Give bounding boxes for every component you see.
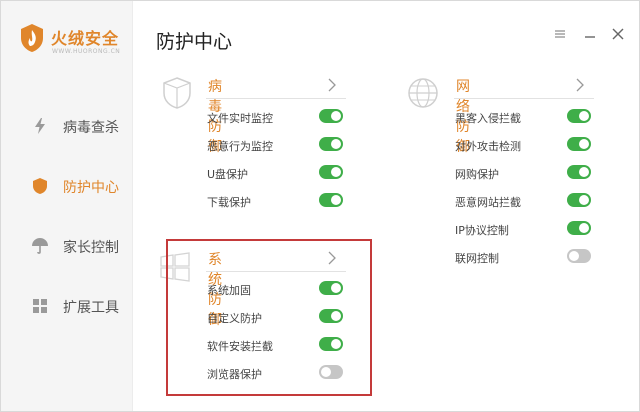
sidebar-item-extension-tools[interactable]: 扩展工具	[1, 289, 132, 323]
menu-icon[interactable]	[551, 25, 569, 43]
row-label: 恶意网站拦截	[455, 196, 521, 209]
list-item: 网购保护	[455, 164, 593, 184]
shield-icon	[33, 178, 47, 194]
chevron-right-icon[interactable]	[327, 78, 337, 92]
page-title: 防护中心	[156, 31, 233, 53]
minimize-icon[interactable]	[581, 25, 599, 43]
toggle-switch[interactable]	[567, 165, 591, 179]
row-label: 对外攻击检测	[455, 140, 521, 153]
divider	[206, 98, 346, 99]
globe-icon	[408, 78, 438, 108]
toggle-switch[interactable]	[567, 109, 591, 123]
toggle-switch[interactable]	[319, 137, 343, 151]
brand-url: WWW.HUORONG.CN	[52, 48, 121, 55]
list-item: 黑客入侵拦截	[455, 108, 593, 128]
row-label: 文件实时监控	[207, 112, 273, 125]
brand-logo: 火绒安全 WWW.HUORONG.CN	[19, 21, 129, 61]
list-item: 文件实时监控	[207, 108, 345, 128]
chevron-right-icon[interactable]	[575, 78, 585, 92]
toggle-switch[interactable]	[319, 193, 343, 207]
sidebar-item-label: 家长控制	[63, 240, 119, 256]
list-item: IP协议控制	[455, 220, 593, 240]
list-item: 对外攻击检测	[455, 136, 593, 156]
row-label: 恶意行为监控	[207, 140, 273, 153]
sidebar-item-label: 病毒查杀	[63, 120, 119, 136]
list-item: 恶意行为监控	[207, 136, 345, 156]
sidebar-item-parental-control[interactable]: 家长控制	[1, 229, 132, 263]
row-label: 下载保护	[207, 196, 251, 209]
brand-name: 火绒安全	[51, 29, 120, 48]
toggle-switch[interactable]	[319, 165, 343, 179]
sidebar-item-protection-center[interactable]: 防护中心	[1, 169, 132, 203]
divider	[454, 98, 594, 99]
toggle-switch[interactable]	[319, 109, 343, 123]
row-label: U盘保护	[207, 168, 249, 181]
row-label: 联网控制	[455, 252, 499, 265]
sidebar: 火绒安全 WWW.HUORONG.CN 病毒查杀 防护中心 家长控制 扩展工具	[1, 1, 133, 411]
sidebar-item-label: 防护中心	[63, 180, 119, 196]
huorong-logo-icon	[21, 24, 43, 52]
row-label: 黑客入侵拦截	[455, 112, 521, 125]
toggle-switch[interactable]	[567, 249, 591, 263]
highlight-annotation-box	[166, 239, 372, 396]
umbrella-icon	[32, 238, 48, 254]
list-item: 联网控制	[455, 248, 593, 268]
grid-icon	[33, 299, 47, 313]
row-label: IP协议控制	[455, 224, 509, 237]
toggle-switch[interactable]	[567, 221, 591, 235]
toggle-switch[interactable]	[567, 193, 591, 207]
sidebar-item-virus-scan[interactable]: 病毒查杀	[1, 109, 132, 143]
close-icon[interactable]	[609, 25, 627, 43]
toggle-switch[interactable]	[567, 137, 591, 151]
list-item: 下载保护	[207, 192, 345, 212]
app-window: 火绒安全 WWW.HUORONG.CN 病毒查杀 防护中心 家长控制 扩展工具 …	[0, 0, 640, 412]
lightning-icon	[35, 118, 45, 134]
row-label: 网购保护	[455, 168, 499, 181]
list-item: U盘保护	[207, 164, 345, 184]
list-item: 恶意网站拦截	[455, 192, 593, 212]
shield-outline-icon	[163, 77, 191, 109]
sidebar-item-label: 扩展工具	[63, 300, 119, 316]
